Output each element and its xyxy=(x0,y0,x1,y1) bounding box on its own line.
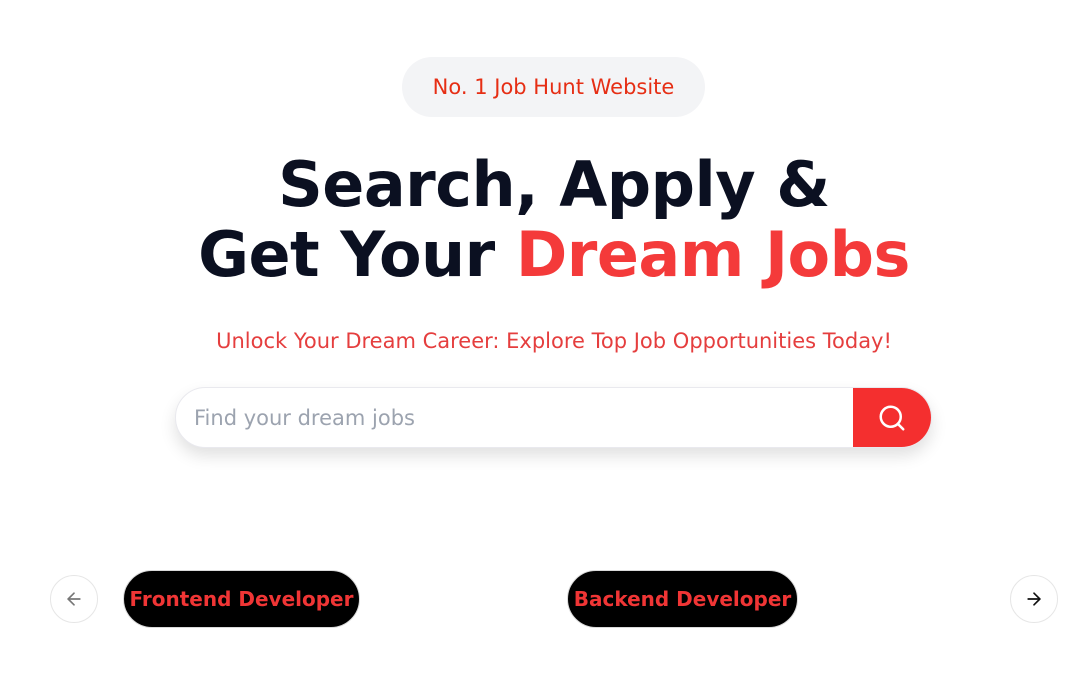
hero-badge: No. 1 Job Hunt Website xyxy=(402,57,705,117)
search-button[interactable] xyxy=(853,388,931,447)
headline-line-1: Search, Apply & xyxy=(278,148,830,221)
hero-page: No. 1 Job Hunt Website Search, Apply & G… xyxy=(0,0,1072,697)
category-chip-label: Backend Developer xyxy=(573,587,792,611)
search-icon xyxy=(877,403,907,433)
headline-line-2-accent: Dream Jobs xyxy=(515,218,911,291)
arrow-left-icon xyxy=(64,589,84,609)
carousel-prev-button[interactable] xyxy=(50,575,98,623)
arrow-right-icon xyxy=(1024,589,1044,609)
job-search-bar xyxy=(175,387,932,448)
job-search-input[interactable] xyxy=(176,388,853,447)
carousel-next-button[interactable] xyxy=(1010,575,1058,623)
category-chip-frontend-developer[interactable]: Frontend Developer xyxy=(123,570,360,628)
headline-line-2-prefix: Get Your xyxy=(198,218,516,291)
hero-badge-label: No. 1 Job Hunt Website xyxy=(432,75,675,99)
hero-headline: Search, Apply & Get Your Dream Jobs xyxy=(18,150,1072,290)
category-chip-backend-developer[interactable]: Backend Developer xyxy=(567,570,798,628)
category-chip-label: Frontend Developer xyxy=(129,587,354,611)
hero-subheadline: Unlock Your Dream Career: Explore Top Jo… xyxy=(216,329,892,353)
